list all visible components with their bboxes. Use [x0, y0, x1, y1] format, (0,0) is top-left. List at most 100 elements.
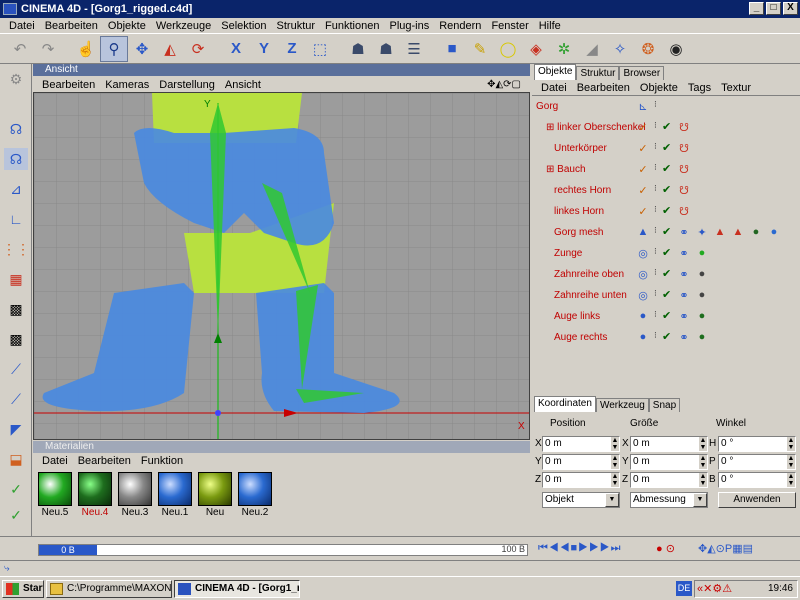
object-row[interactable]: Gorg mesh ▲ ⁝ ✔ ⚭ ✦ ▲ ▲ ● ● [532, 223, 800, 243]
menu-objekte[interactable]: Objekte [103, 20, 151, 32]
viewport-menu-darstellung[interactable]: Darstellung [154, 79, 220, 91]
object-row[interactable]: ⊞ Bauch ✓ ⁝ ✔ ☋ [532, 160, 800, 180]
checker-icon[interactable]: ▩ [4, 298, 28, 320]
pos-z-field[interactable]: 0 m ▲ ▼ [542, 472, 620, 488]
menu-bearbeiten[interactable]: Bearbeiten [40, 20, 103, 32]
object-axis-icon[interactable]: ☊ [4, 148, 28, 170]
material-swatch[interactable]: Neu.3 [115, 471, 155, 521]
hair-icon[interactable]: ❂ [634, 36, 662, 62]
cube-icon[interactable]: ■ [438, 36, 466, 62]
object-row-gorg[interactable]: Gorg ⊾ ⁝ [532, 97, 800, 117]
menu-plugins[interactable]: Plug-ins [384, 20, 434, 32]
undo-icon[interactable]: ↶ [6, 36, 34, 62]
menu-hilfe[interactable]: Hilfe [534, 20, 566, 32]
scale-icon[interactable]: ◭ [156, 36, 184, 62]
material-swatch[interactable]: Neu.4 [75, 471, 115, 521]
x-axis-icon[interactable]: X [222, 36, 250, 62]
object-row[interactable]: Auge rechts ● ⁝ ✔ ⚭ ● [532, 328, 800, 348]
time-slider[interactable]: 0 B 100 B [38, 544, 528, 556]
angle-p-field[interactable]: 0 ° ▲ ▼ [718, 454, 796, 470]
camera-icon[interactable]: ◉ [662, 36, 690, 62]
object-menu-objekte[interactable]: Objekte [635, 82, 683, 94]
menu-werkzeuge[interactable]: Werkzeuge [151, 20, 216, 32]
menu-datei[interactable]: Datei [4, 20, 40, 32]
object-row[interactable]: Zahnreihe unten ◎ ⁝ ✔ ⚭ ● [532, 286, 800, 306]
object-row[interactable]: linkes Horn ✓ ⁝ ✔ ☋ [532, 202, 800, 222]
angle-h-field[interactable]: 0 ° ▲ ▼ [718, 436, 796, 452]
y-axis-icon[interactable]: Y [250, 36, 278, 62]
3d-viewport[interactable]: X Y [33, 92, 530, 440]
language-indicator[interactable]: DE [676, 581, 692, 596]
material-swatch[interactable]: Neu.1 [155, 471, 195, 521]
tab-struktur[interactable]: Struktur [576, 66, 620, 80]
live-select-icon[interactable]: ☝ [72, 36, 100, 62]
object-menu-textur[interactable]: Textur [716, 82, 756, 94]
object-row[interactable]: rechtes Horn ✓ ⁝ ✔ ☋ [532, 181, 800, 201]
tab-snap[interactable]: Snap [648, 398, 681, 412]
texture-mode-icon[interactable]: ▦ [4, 268, 28, 290]
menu-fenster[interactable]: Fenster [486, 20, 533, 32]
pos-y-field[interactable]: 0 m ▲ ▼ [542, 454, 620, 470]
animation-mode-icon[interactable]: ⟋ [4, 358, 28, 380]
checker-axis-icon[interactable]: ▩ [4, 328, 28, 350]
material-menu-funktion[interactable]: Funktion [136, 455, 188, 467]
tab-objekte[interactable]: Objekte [534, 64, 577, 80]
menu-struktur[interactable]: Struktur [272, 20, 321, 32]
object-row[interactable]: Zunge ◎ ⁝ ✔ ⚭ ● [532, 244, 800, 264]
tab-werkzeug[interactable]: Werkzeug [595, 398, 649, 412]
tray-icons[interactable]: «✕⚙⚠ [697, 582, 732, 595]
scene-icon[interactable]: ◢ [578, 36, 606, 62]
taskbar-item-explorer[interactable]: C:\Programme\MAXON\C... [46, 580, 172, 598]
array-icon[interactable]: ✲ [550, 36, 578, 62]
move-icon[interactable]: ✥ [128, 36, 156, 62]
object-row[interactable]: Zahnreihe oben ◎ ⁝ ✔ ⚭ ● [532, 265, 800, 285]
render-settings-icon[interactable]: ☰ [400, 36, 428, 62]
edges-mode-icon[interactable]: ∟ [4, 208, 28, 230]
polygon-mode-icon[interactable]: ⋮⋮ [2, 238, 30, 260]
tab-koordinaten[interactable]: Koordinaten [534, 396, 596, 412]
minimize-button[interactable]: _ [749, 2, 764, 15]
start-button[interactable]: Start [2, 580, 44, 598]
viewport-menu-kameras[interactable]: Kameras [100, 79, 154, 91]
spline-icon[interactable]: ✎ [466, 36, 494, 62]
size-z-field[interactable]: 0 m ▲ ▼ [630, 472, 708, 488]
deformer-icon[interactable]: ◈ [522, 36, 550, 62]
playback-controls[interactable]: ⏮◀◀■▶▶▶⏭ [538, 542, 622, 555]
material-swatch[interactable]: Neu.2 [235, 471, 275, 521]
render-view-icon[interactable]: ☗ [344, 36, 372, 62]
time-slider-handle[interactable]: 0 B [39, 545, 97, 555]
close-button[interactable]: X [783, 2, 798, 15]
z-axis-icon[interactable]: Z [278, 36, 306, 62]
size-mode-select[interactable]: Abmessung ▼ [630, 492, 708, 508]
menu-selektion[interactable]: Selektion [216, 20, 271, 32]
model-mode-icon[interactable]: ⚙ [4, 68, 28, 90]
viewport-nav-icons[interactable]: ✥◭⟳▢ [482, 79, 526, 90]
object-menu-bearbeiten[interactable]: Bearbeiten [572, 82, 635, 94]
sculpt-mode-icon[interactable]: ⬓ [4, 448, 28, 470]
points-mode-icon[interactable]: ⊿ [4, 178, 28, 200]
rotate-icon[interactable]: ⟳ [184, 36, 212, 62]
taskbar-item-cinema4d[interactable]: CINEMA 4D - [Gorg1_r... [174, 580, 300, 598]
material-menu-datei[interactable]: Datei [37, 455, 73, 467]
angle-b-field[interactable]: 0 ° ▲ ▼ [718, 472, 796, 488]
keyframe-icons[interactable]: ✥◭⊙P▦▤ [698, 542, 753, 555]
enable-axis-icon[interactable]: ✓ [4, 504, 28, 526]
object-row[interactable]: ⊞ linker Oberschenkel ✓ ⁝ ✔ ☋ [532, 118, 800, 138]
light-icon[interactable]: ✧ [606, 36, 634, 62]
render-picture-icon[interactable]: ☗ [372, 36, 400, 62]
maximize-button[interactable]: □ [766, 2, 781, 15]
object-menu-tags[interactable]: Tags [683, 82, 716, 94]
object-menu-datei[interactable]: Datei [536, 82, 572, 94]
nurbs-icon[interactable]: ◯ [494, 36, 522, 62]
object-row[interactable]: Unterkörper ✓ ⁝ ✔ ☋ [532, 139, 800, 159]
coord-system-icon[interactable]: ⬚ [306, 36, 334, 62]
viewport-menu-ansicht[interactable]: Ansicht [220, 79, 266, 91]
material-menu-bearbeiten[interactable]: Bearbeiten [73, 455, 136, 467]
tab-browser[interactable]: Browser [619, 66, 665, 80]
magnify-icon[interactable]: ⚲ [100, 35, 128, 62]
viewport-menu-bearbeiten[interactable]: Bearbeiten [37, 79, 100, 91]
paint-mode-icon[interactable]: ✓ [4, 478, 28, 500]
menu-funktionen[interactable]: Funktionen [320, 20, 384, 32]
apply-button[interactable]: Anwenden [718, 492, 796, 508]
size-x-field[interactable]: 0 m ▲ ▼ [630, 436, 708, 452]
